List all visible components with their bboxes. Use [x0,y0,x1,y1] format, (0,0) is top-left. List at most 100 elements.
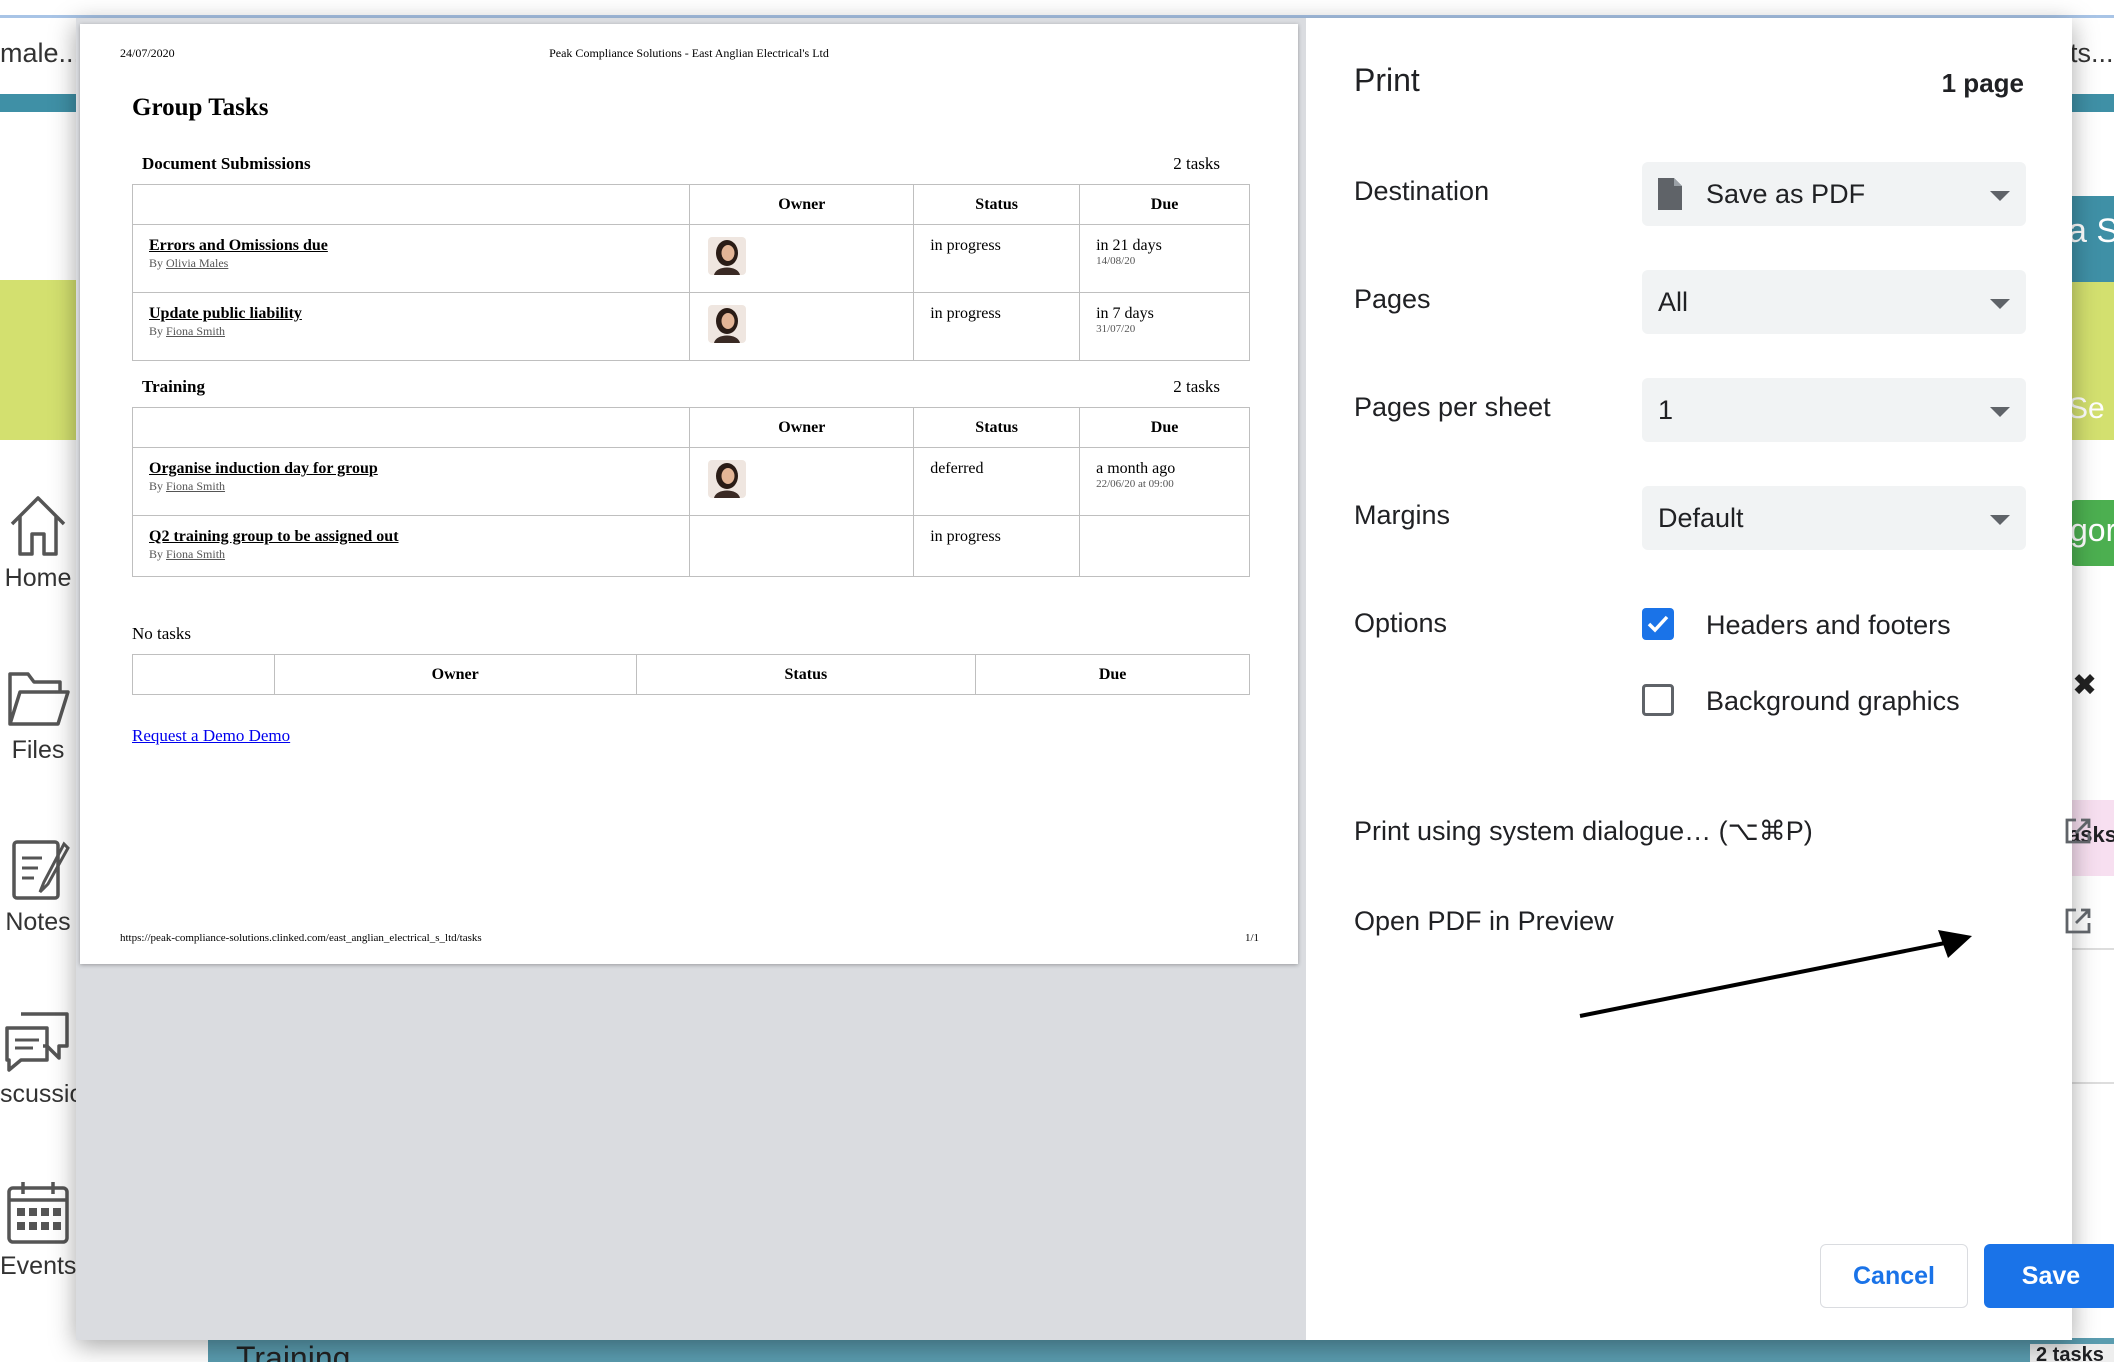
column-header-status: Status [913,184,1081,225]
chevron-down-icon [1990,515,2010,525]
table-header-row: Owner Status Due [132,654,1250,695]
column-header-task [131,407,691,448]
table-row: Errors and Omissions due By Olivia Males… [131,224,1250,293]
owner-cell [689,224,915,293]
task-name[interactable]: Update public liability [149,305,673,323]
folder-icon [8,672,70,726]
print-settings-pane: Print 1 page Destination Save as PDF Pag… [1306,18,2114,1340]
background-category-button[interactable]: gory [2070,500,2114,566]
pages-per-sheet-select[interactable]: 1 [1642,378,2026,442]
background-divider [2068,948,2114,950]
due-date: 22/06/20 at 09:00 [1096,478,1174,490]
browser-address-bar[interactable] [0,0,2114,18]
background-graphics-checkbox[interactable] [1642,684,1674,716]
background-breadcrumb-left: male... [0,38,82,68]
background-divider [2068,1082,2114,1084]
system-dialog-link[interactable]: Print using system dialogue… (⌥⌘P) [1354,816,1813,847]
nav-item-discussions[interactable]: scussio [0,1006,76,1109]
column-header-due: Due [1079,184,1250,225]
table-header-row: Owner Status Due [131,407,1250,448]
background-section-bar [208,1338,2114,1362]
destination-value: Save as PDF [1706,179,1866,209]
column-header-owner: Owner [689,407,915,448]
avatar [708,305,747,343]
empty-tasks-table: Owner Status Due [132,654,1250,695]
due-date: 14/08/20 [1096,255,1136,267]
page-count: 1 page [1941,68,2024,98]
task-author: By Olivia Males [149,256,229,270]
background-banner-text: Se [2068,392,2105,425]
background-breadcrumb-right: ts... [2070,38,2114,68]
margins-value: Default [1658,503,1744,533]
headers-footers-checkbox[interactable] [1642,608,1674,640]
options-label: Options [1354,608,1448,638]
preview-footer-page-number: 1/1 [1245,932,1260,944]
cancel-button[interactable]: Cancel [1820,1244,1968,1308]
section-count: 2 tasks [1173,377,1220,396]
task-cell: Errors and Omissions due By Olivia Males [131,224,691,293]
due-relative: a month ago [1096,460,1176,477]
destination-select[interactable]: Save as PDF [1642,162,2026,226]
background-close-icon[interactable]: ✖ [2072,668,2097,703]
due-cell: in 21 days 14/08/20 [1079,224,1250,293]
margins-label: Margins [1354,500,1451,530]
open-external-icon[interactable] [2063,906,2093,936]
task-name[interactable]: Q2 training group to be assigned out [149,528,673,546]
column-header-status: Status [913,407,1081,448]
background-banner [0,280,76,440]
pages-per-sheet-label: Pages per sheet [1354,392,1551,422]
task-name[interactable]: Errors and Omissions due [149,237,673,255]
discussion-icon [5,1012,69,1072]
chevron-down-icon [1990,191,2010,201]
column-header-due: Due [975,654,1250,695]
chevron-down-icon [1990,407,2010,417]
print-preview-pane: 24/07/2020 Peak Compliance Solutions - E… [76,18,1306,1340]
tasks-table: Owner Status Due Organise induction day … [131,407,1250,577]
request-demo-link[interactable]: Request a Demo Demo [132,726,290,746]
pages-value: All [1658,287,1689,317]
status-cell: in progress [913,224,1081,293]
nav-label: Files [11,736,65,764]
nav-item-notes[interactable]: Notes [0,834,76,937]
preview-page: 24/07/2020 Peak Compliance Solutions - E… [80,24,1298,964]
pages-select[interactable]: All [1642,270,2026,334]
preview-footer-url: https://peak-compliance-solutions.clinke… [120,932,482,944]
avatar [708,460,747,498]
calendar-icon [7,1182,69,1244]
avatar [708,237,747,275]
chevron-down-icon [1990,299,2010,309]
nav-item-home[interactable]: Home [0,490,76,593]
headers-footers-label[interactable]: Headers and footers [1706,610,1951,641]
background-logo-area: EA [0,112,145,387]
column-header-status: Status [635,654,977,695]
due-relative: in 7 days [1096,305,1154,322]
owner-cell [689,292,915,361]
background-graphics-label[interactable]: Background graphics [1706,686,1960,717]
owner-cell [689,447,915,516]
due-date: 31/07/20 [1096,323,1136,335]
table-row: Update public liability By Fiona Smith i… [131,292,1250,361]
background-header-strip-right [2068,94,2114,112]
print-title: Print [1354,62,1420,98]
no-tasks-label: No tasks [132,624,192,643]
nav-item-files[interactable]: Files [0,662,76,765]
task-author: By Fiona Smith [149,324,226,338]
tasks-table: Owner Status Due Errors and Omissions du… [131,184,1250,361]
column-header-due: Due [1079,407,1250,448]
table-row: Q2 training group to be assigned out By … [131,515,1250,577]
preview-header-title: Peak Compliance Solutions - East Anglian… [549,46,829,60]
task-cell: Organise induction day for group By Fion… [131,447,691,516]
home-icon [10,496,66,556]
task-author: By Fiona Smith [149,547,226,561]
margins-select[interactable]: Default [1642,486,2026,550]
notes-icon [12,840,70,900]
column-header-task [132,654,275,695]
save-button[interactable]: Save [1984,1244,2114,1308]
task-name[interactable]: Organise induction day for group [149,460,673,478]
nav-item-events[interactable]: Events [0,1178,76,1281]
column-header-owner: Owner [273,654,637,695]
page-title: Group Tasks [132,94,269,121]
due-relative: in 21 days [1096,237,1162,254]
open-external-icon[interactable] [2063,816,2093,846]
background-header-strip [0,94,76,112]
